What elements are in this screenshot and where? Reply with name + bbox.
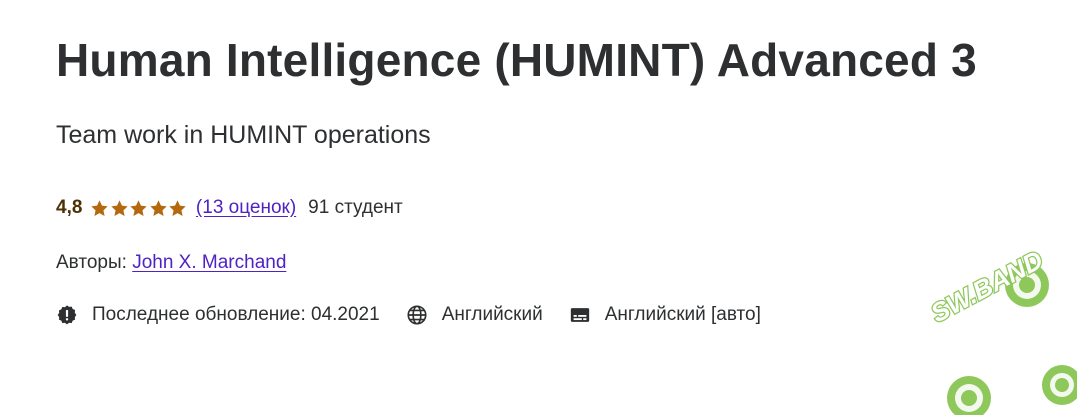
- author-link[interactable]: John X. Marchand: [132, 252, 286, 273]
- closed-captions-icon: [569, 304, 591, 326]
- last-updated: Последнее обновление: 04.2021: [56, 304, 380, 326]
- course-title: Human Intelligence (HUMINT) Advanced 3: [56, 34, 977, 86]
- watermark: SW.BAND: [877, 215, 1077, 415]
- rating-value: 4,8: [56, 197, 83, 218]
- students-count: 91 студент: [308, 197, 403, 218]
- course-language: Английский: [406, 304, 543, 326]
- watermark-text: SW.BAND: [926, 244, 1048, 328]
- rating-stars: [90, 199, 188, 218]
- watermark-logo-icon: [947, 376, 991, 415]
- alert-badge-icon: [56, 304, 78, 326]
- star-icon: [149, 199, 168, 218]
- globe-icon: [406, 304, 428, 326]
- star-icon: [90, 199, 109, 218]
- last-updated-text: Последнее обновление: 04.2021: [92, 304, 380, 325]
- rating-count-link[interactable]: (13 оценок): [196, 197, 296, 219]
- star-icon: [168, 199, 187, 218]
- authors-label: Авторы:: [56, 252, 127, 273]
- rating-row: 4,8 (13 оценок) 91 студент: [56, 197, 403, 219]
- course-subtitle: Team work in HUMINT operations: [56, 121, 431, 149]
- authors-row: Авторы: John X. Marchand: [56, 252, 286, 274]
- course-meta: Последнее обновление: 04.2021 Английский: [56, 304, 787, 326]
- course-captions: Английский [авто]: [569, 304, 761, 326]
- course-captions-text: Английский [авто]: [604, 304, 761, 325]
- watermark-logo-icon: [1005, 263, 1049, 307]
- star-icon: [110, 199, 129, 218]
- star-icon: [129, 199, 148, 218]
- watermark-logo-icon: [1042, 365, 1077, 405]
- course-language-text: Английский: [441, 304, 543, 325]
